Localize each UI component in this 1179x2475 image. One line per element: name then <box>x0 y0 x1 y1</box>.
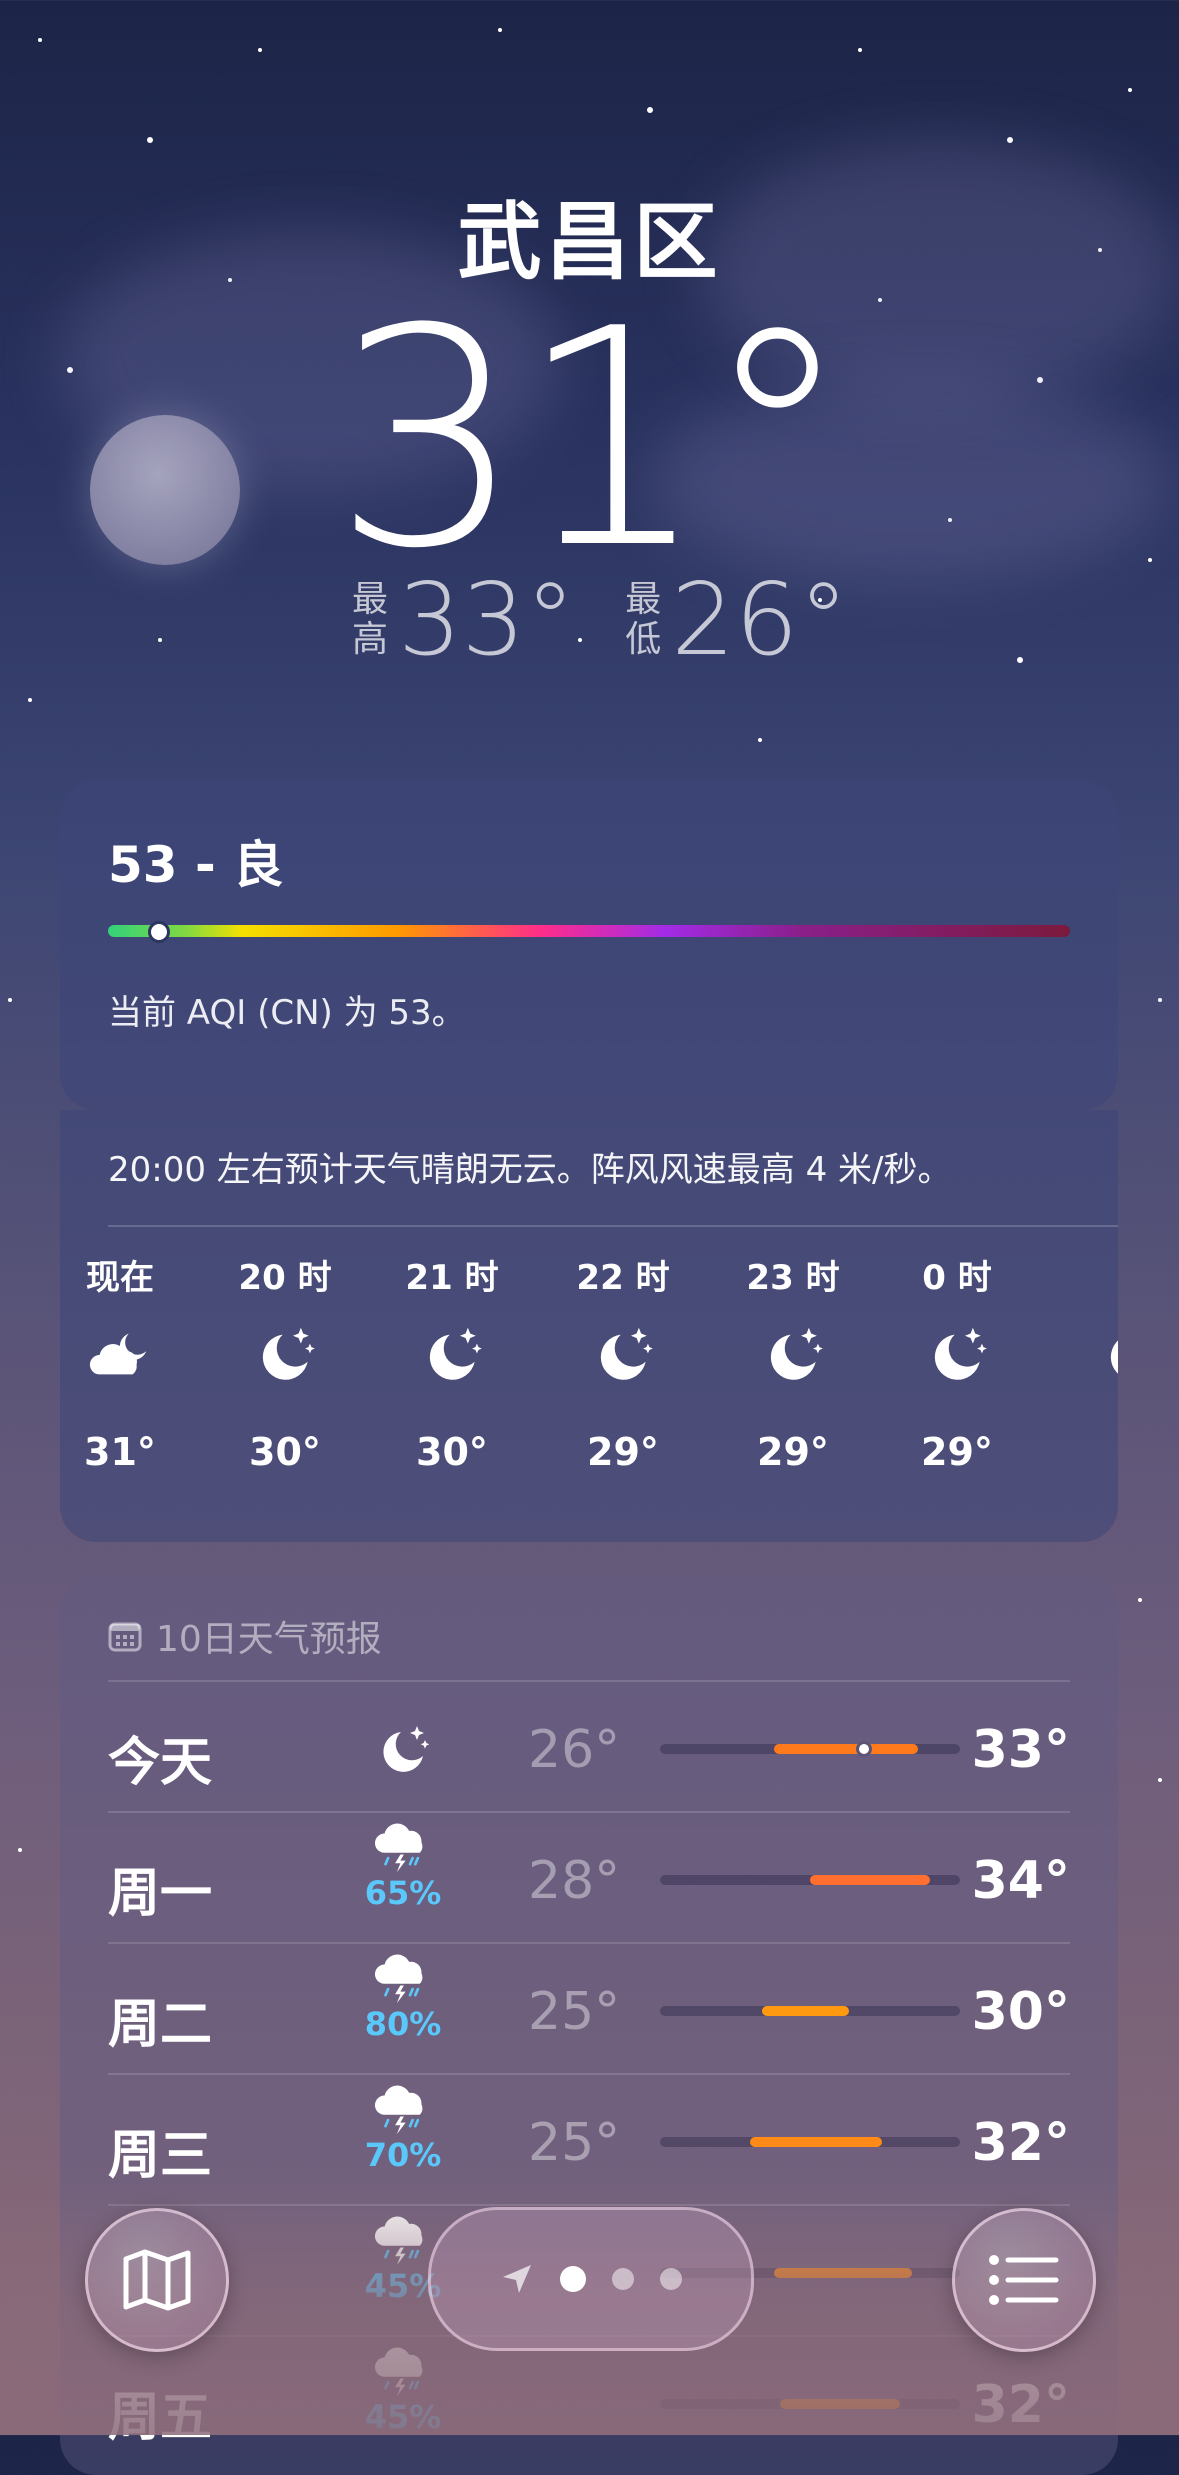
day-high-temp: 30° <box>971 1982 1070 2042</box>
hour-temp: 31° <box>84 1430 156 1474</box>
precip-chance: 65% <box>364 1873 442 1912</box>
day-name: 周一 <box>108 1864 213 1924</box>
daily-row[interactable]: 周二 80% 25° 30° <box>108 1942 1070 2074</box>
hour-time: 21 时 <box>405 1258 499 1298</box>
temp-range-fill <box>774 1744 918 1754</box>
moon-stars-icon <box>770 1327 823 1380</box>
day-high-temp: 33° <box>971 1720 1070 1780</box>
hourly-item: 23 时 29° <box>718 1250 868 1474</box>
day-name: 周二 <box>108 1995 213 2055</box>
precip-chance: 70% <box>364 2135 442 2174</box>
hourly-item: 0 时 29° <box>882 1250 1032 1474</box>
map-button[interactable] <box>85 2208 229 2352</box>
hourly-item: 现在 31° <box>60 1250 195 1474</box>
hour-temp: 29° <box>921 1430 993 1474</box>
day-high-temp: 32° <box>971 2113 1070 2173</box>
moon-stars-icon <box>429 1327 482 1380</box>
temp-range-track <box>660 1875 960 1885</box>
temp-range-track <box>660 2137 960 2147</box>
temp-range-fill <box>762 2006 849 2016</box>
air-quality-card[interactable]: 53 - 良 当前 AQI (CN) 为 53。 <box>60 780 1118 1110</box>
hour-temp: 30° <box>416 1430 488 1474</box>
map-icon <box>123 2249 191 2311</box>
thunderstorm-icon <box>374 1954 423 2004</box>
current-temp-dot <box>856 1741 872 1757</box>
moon-cloud-icon <box>89 1333 147 1375</box>
moon-stars-icon <box>934 1327 987 1380</box>
moon-stars-icon <box>383 1726 430 1772</box>
ten-day-header: 10日天气预报 <box>108 1610 382 1662</box>
city-list-button[interactable] <box>952 2208 1096 2352</box>
hourly-item: 22 时 29° <box>548 1250 698 1474</box>
hour-time: 0 时 <box>922 1258 992 1298</box>
list-icon <box>989 2255 1059 2305</box>
hourly-forecast-card[interactable]: 20:00 左右预计天气晴朗无云。阵风风速最高 4 米/秒。 现在 31° 20 … <box>60 1110 1118 1542</box>
aqi-title: 53 - 良 <box>108 836 284 894</box>
high-label: 最高 <box>351 579 388 660</box>
page-indicator[interactable] <box>428 2207 754 2351</box>
location-arrow-icon <box>503 2265 531 2293</box>
day-name: 周三 <box>108 2126 213 2186</box>
hourly-item: 1 2 <box>1058 1250 1118 1474</box>
page-dot[interactable] <box>612 2268 634 2290</box>
temp-range-fill <box>810 1875 930 1885</box>
hourly-item: 21 时 30° <box>377 1250 527 1474</box>
daily-row[interactable]: 今天 26° 33° <box>108 1680 1070 1812</box>
hour-temp: 29° <box>757 1430 829 1474</box>
hour-temp: 2 <box>1058 1430 1118 1474</box>
thunderstorm-icon <box>374 2085 423 2135</box>
temp-range-track <box>660 1741 960 1757</box>
daily-row[interactable]: 周一 65% 28° 34° <box>108 1811 1070 1943</box>
aqi-description: 当前 AQI (CN) 为 53。 <box>108 993 466 1033</box>
hour-temp: 29° <box>587 1430 659 1474</box>
temp-range-fill <box>750 2137 882 2147</box>
day-low-temp: 25° <box>528 1982 621 2042</box>
temp-range-track <box>660 2006 960 2016</box>
hour-time: 现在 <box>86 1258 154 1298</box>
day-low-temp: 26° <box>528 1720 621 1780</box>
day-high-temp: 34° <box>971 1851 1070 1911</box>
hour-time: 20 时 <box>238 1258 332 1298</box>
low-label: 最低 <box>625 579 662 660</box>
day-name: 今天 <box>108 1733 213 1793</box>
ten-day-title: 10日天气预报 <box>156 1619 382 1660</box>
hourly-summary: 20:00 左右预计天气晴朗无云。阵风风速最高 4 米/秒。 <box>108 1150 952 1190</box>
thunderstorm-icon <box>374 1823 423 1873</box>
moon-stars-icon <box>600 1327 653 1380</box>
aqi-indicator-dot <box>148 921 170 943</box>
moon-stars-icon <box>262 1327 315 1380</box>
hour-time: 1 <box>1058 1250 1118 1300</box>
divider <box>108 1225 1118 1227</box>
day-low-temp: 25° <box>528 2113 621 2173</box>
page-dot-active[interactable] <box>560 2266 586 2292</box>
page-dot[interactable] <box>660 2268 682 2290</box>
calendar-icon <box>108 1622 142 1652</box>
hourly-item: 20 时 30° <box>210 1250 360 1474</box>
high-low-temps: 最高 33° 最低 26° <box>350 565 897 675</box>
day-low-temp: 28° <box>528 1851 621 1911</box>
hour-time: 22 时 <box>576 1258 670 1298</box>
low-temp: 26° <box>671 561 849 678</box>
precip-chance: 80% <box>364 2004 442 2043</box>
hour-time: 23 时 <box>746 1258 840 1298</box>
aqi-gradient-bar <box>108 925 1070 937</box>
high-temp: 33° <box>398 561 576 678</box>
current-temperature: 31° <box>332 265 853 614</box>
hour-temp: 30° <box>249 1430 321 1474</box>
moon-stars-icon <box>1110 1340 1118 1374</box>
